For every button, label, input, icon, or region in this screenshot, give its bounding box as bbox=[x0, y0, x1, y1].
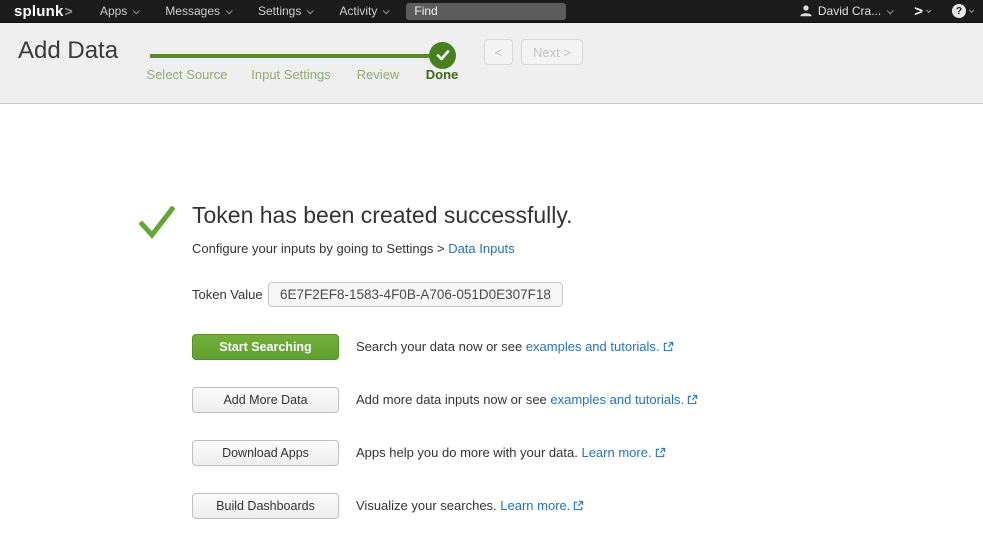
splunk-arrow-icon: > bbox=[914, 4, 923, 19]
page-title: Add Data bbox=[18, 37, 118, 65]
start-searching-button[interactable]: Start Searching bbox=[192, 334, 339, 360]
chevron-down-icon bbox=[307, 7, 314, 14]
wizard-progress-line bbox=[150, 54, 442, 58]
action-row-start-searching: Start Searching Search your data now or … bbox=[192, 334, 339, 360]
nav-right-cluster: David Cra... > ? bbox=[799, 4, 973, 19]
chevron-down-icon bbox=[383, 7, 390, 14]
page-header: Add Data Select Source Input Settings Re… bbox=[0, 23, 983, 104]
chevron-down-icon bbox=[926, 7, 932, 13]
chevron-down-icon bbox=[133, 7, 140, 14]
external-link-icon bbox=[573, 494, 584, 520]
nav-menu-label: Apps bbox=[100, 4, 127, 18]
main-content: Token has been created successfully. Con… bbox=[0, 104, 983, 539]
nav-menu-label: Messages bbox=[165, 4, 220, 18]
wizard-step-done: Done bbox=[426, 67, 459, 82]
subtitle-text: Configure your inputs by going to Settin… bbox=[192, 241, 448, 256]
learn-more-link[interactable]: Learn more. bbox=[500, 498, 570, 513]
download-apps-button[interactable]: Download Apps bbox=[192, 440, 339, 466]
action-row-add-more-data: Add More Data Add more data inputs now o… bbox=[192, 387, 339, 413]
chevron-down-icon bbox=[969, 7, 975, 13]
learn-more-link[interactable]: Learn more. bbox=[581, 445, 651, 460]
user-menu[interactable]: David Cra... bbox=[799, 4, 892, 18]
find-search-input[interactable] bbox=[406, 3, 566, 20]
nav-menu-label: Settings bbox=[258, 4, 301, 18]
success-subtitle: Configure your inputs by going to Settin… bbox=[192, 241, 515, 256]
external-link-icon bbox=[663, 335, 674, 361]
success-check-icon bbox=[139, 206, 175, 239]
data-inputs-link[interactable]: Data Inputs bbox=[448, 241, 515, 256]
examples-tutorials-link[interactable]: examples and tutorials. bbox=[526, 339, 660, 354]
wizard-done-check-icon bbox=[429, 42, 456, 69]
wizard-step-select-source: Select Source bbox=[147, 67, 228, 82]
splunk-logo-text: splunk bbox=[14, 3, 64, 20]
action-row-download-apps: Download Apps Apps help you do more with… bbox=[192, 440, 339, 466]
action-text: Visualize your searches. bbox=[356, 498, 500, 513]
top-nav-bar: splunk> Apps Messages Settings Activity … bbox=[0, 0, 983, 23]
token-value-label: Token Value bbox=[192, 287, 268, 302]
examples-tutorials-link[interactable]: examples and tutorials. bbox=[550, 392, 684, 407]
success-title: Token has been created successfully. bbox=[192, 202, 573, 229]
action-description: Add more data inputs now or see examples… bbox=[356, 387, 698, 414]
action-text: Add more data inputs now or see bbox=[356, 392, 550, 407]
wizard-step-input-settings: Input Settings bbox=[251, 67, 331, 82]
action-description: Apps help you do more with your data. Le… bbox=[356, 440, 666, 467]
help-menu[interactable]: ? bbox=[952, 4, 973, 18]
action-description: Search your data now or see examples and… bbox=[356, 334, 674, 361]
nav-menu-apps[interactable]: Apps bbox=[100, 4, 138, 18]
wizard-nav-buttons: < Next > bbox=[484, 39, 583, 65]
wizard-step-review: Review bbox=[357, 67, 400, 82]
action-description: Visualize your searches. Learn more. bbox=[356, 493, 584, 520]
token-value-field[interactable]: 6E7F2EF8-1583-4F0B-A706-051D0E307F18 bbox=[268, 282, 563, 307]
nav-menu-messages[interactable]: Messages bbox=[165, 4, 231, 18]
action-row-build-dashboards: Build Dashboards Visualize your searches… bbox=[192, 493, 339, 519]
wizard-progress: Select Source Input Settings Review Done bbox=[150, 23, 460, 104]
back-button[interactable]: < bbox=[484, 39, 513, 65]
help-icon: ? bbox=[952, 4, 966, 18]
splunk-logo[interactable]: splunk> bbox=[14, 3, 73, 20]
token-row: Token Value 6E7F2EF8-1583-4F0B-A706-051D… bbox=[192, 282, 563, 307]
splunk-arrow-menu[interactable]: > bbox=[914, 4, 930, 19]
build-dashboards-button[interactable]: Build Dashboards bbox=[192, 493, 339, 519]
user-name: David Cra... bbox=[818, 4, 881, 18]
add-more-data-button[interactable]: Add More Data bbox=[192, 387, 339, 413]
nav-menu-settings[interactable]: Settings bbox=[258, 4, 312, 18]
external-link-icon bbox=[655, 441, 666, 467]
next-button[interactable]: Next > bbox=[521, 39, 583, 65]
action-text: Search your data now or see bbox=[356, 339, 526, 354]
nav-menu-activity[interactable]: Activity bbox=[339, 4, 388, 18]
user-icon bbox=[799, 4, 813, 18]
action-text: Apps help you do more with your data. bbox=[356, 445, 581, 460]
nav-menu-label: Activity bbox=[339, 4, 377, 18]
splunk-logo-arrow-icon: > bbox=[65, 3, 73, 19]
chevron-down-icon bbox=[887, 7, 894, 14]
external-link-icon bbox=[687, 388, 698, 414]
chevron-down-icon bbox=[226, 7, 233, 14]
